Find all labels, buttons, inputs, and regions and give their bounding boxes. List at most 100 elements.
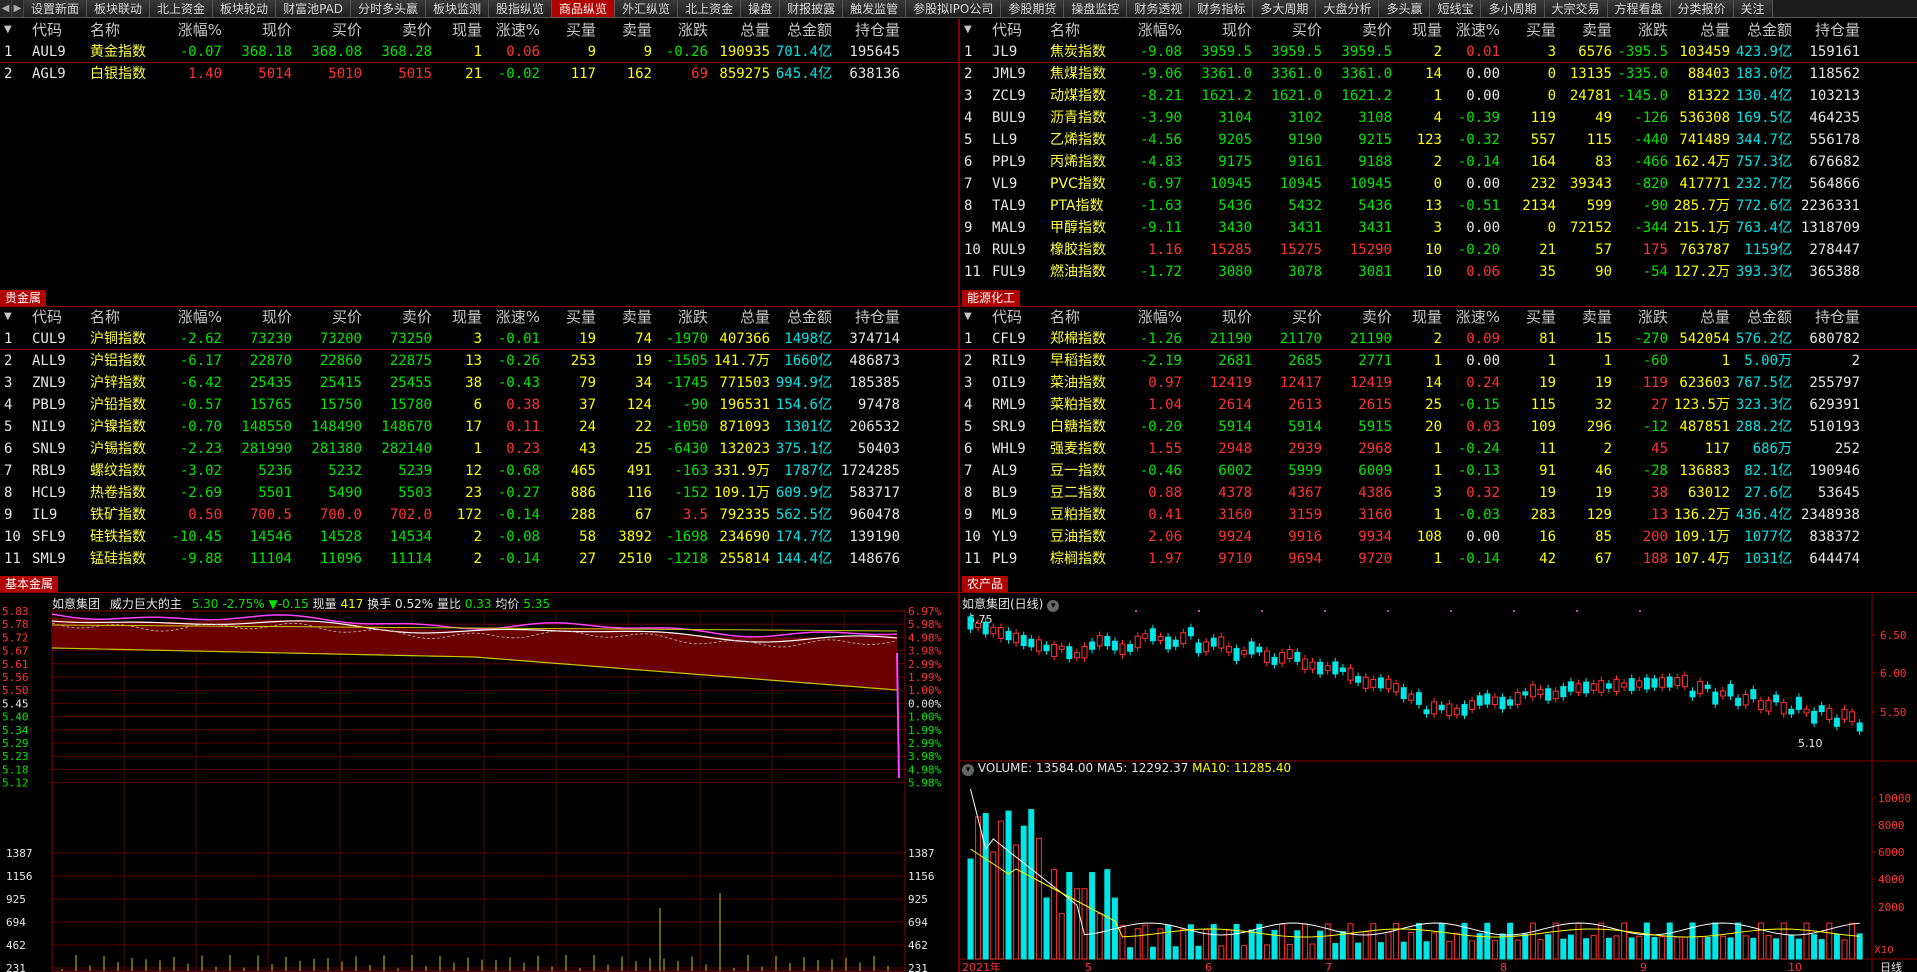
tab-14[interactable]: 参股拟IPO公司 [906, 0, 1002, 17]
column-header[interactable]: 代码 [988, 306, 1046, 328]
column-header[interactable]: 买量 [544, 306, 600, 328]
intraday-plot[interactable]: 5.83 6.97% 5.78 5.98% 5.72 4.98% 5.67 3.98% 5.61… [0, 593, 958, 972]
tab-25[interactable]: 方程看盘 [1607, 0, 1671, 17]
table-row[interactable]: 7 VL9 PVC指数 -6.97 10945 10945 10945 0 0.00 232 393… [960, 173, 1917, 195]
table-row[interactable]: 11 FUL9 燃油指数 -1.72 3080 3078 3081 10 0.06 35 90 -54… [960, 261, 1917, 283]
table-row[interactable]: 3 ZCL9 动煤指数 -8.21 1621.2 1621.0 1621.2 1 0.00 0 24… [960, 85, 1917, 107]
table-row[interactable]: 4 PBL9 沪铅指数 -0.57 15765 15750 15780 6 0.38 37 124 -… [0, 394, 958, 416]
column-header[interactable]: 代码 [988, 19, 1046, 41]
tab-12[interactable]: 财报披露 [780, 0, 844, 17]
tab-2[interactable]: 北上资金 [150, 0, 214, 17]
column-header[interactable]: 涨速% [1446, 306, 1504, 328]
column-header[interactable]: 现价 [226, 306, 296, 328]
column-header[interactable]: 总量 [712, 306, 774, 328]
column-header[interactable]: 现量 [1396, 19, 1446, 41]
column-header[interactable]: 总金额 [774, 19, 836, 41]
column-header[interactable]: 卖价 [1326, 19, 1396, 41]
column-header[interactable]: 卖量 [600, 19, 656, 41]
column-header[interactable]: 涨跌 [1616, 306, 1672, 328]
tab-3[interactable]: 板块轮动 [213, 0, 277, 17]
column-header[interactable]: 总金额 [1734, 306, 1796, 328]
column-header[interactable]: 现价 [226, 19, 296, 41]
sort-arrow-icon[interactable]: ▼ [960, 306, 988, 328]
intraday-chart[interactable]: 如意集团 威力巨大的主 5.30 -2.75% ▼-0.15 现量 417 换手… [0, 593, 958, 972]
table-row[interactable]: 1 CFL9 郑棉指数 -1.26 21190 21170 21190 2 0.09 81 15 -2… [960, 328, 1917, 350]
column-header[interactable]: 现价 [1186, 19, 1256, 41]
column-header[interactable]: 持仓量 [1796, 306, 1864, 328]
kline-chart[interactable]: 如意集团(日线) ▾ 6.50 6.00 5.50 10000 8000 6000 4000… [960, 593, 1917, 972]
tab-21[interactable]: 多头赢 [1379, 0, 1431, 17]
tab-18[interactable]: 财务指标 [1190, 0, 1254, 17]
table-row[interactable]: 1 AUL9 黄金指数 -0.07 368.18 368.08 368.28 1 0.06 9 9-… [0, 41, 958, 63]
column-header[interactable]: 卖量 [600, 306, 656, 328]
sort-arrow-icon[interactable]: ▼ [960, 19, 988, 41]
column-header[interactable]: 现量 [1396, 306, 1446, 328]
column-header[interactable]: 总量 [712, 19, 774, 41]
column-header[interactable]: 涨速% [1446, 19, 1504, 41]
tab-scroll-left-icon[interactable]: ◀ [0, 0, 12, 17]
tab-8[interactable]: 商品纵览 [552, 0, 616, 17]
column-header[interactable]: 涨跌 [1616, 19, 1672, 41]
column-header[interactable]: 涨速% [486, 306, 544, 328]
column-header[interactable]: 名称 [86, 19, 164, 41]
table-row[interactable]: 11 PL9 棕榈指数 1.97 9710 9694 9720 1 -0.14 42 67 188 10… [960, 548, 1917, 570]
column-header[interactable]: 现量 [436, 19, 486, 41]
table-row[interactable]: 2 AGL9 白银指数 1.40 5014 5010 5015 21 -0.02 117 162 69… [0, 63, 958, 85]
tab-22[interactable]: 短线宝 [1430, 0, 1482, 17]
column-header[interactable]: 涨幅% [1124, 19, 1186, 41]
column-header[interactable]: 买价 [1256, 19, 1326, 41]
column-header[interactable]: 涨幅% [1124, 306, 1186, 328]
column-header[interactable]: 涨速% [486, 19, 544, 41]
section-tab-precious[interactable]: 贵金属 [0, 290, 47, 306]
table-row[interactable]: 4 BUL9 沥青指数 -3.90 3104 3102 3108 4 -0.39 119 49 -12… [960, 107, 1917, 129]
column-header[interactable]: 名称 [86, 306, 164, 328]
column-header[interactable]: 买量 [1504, 19, 1560, 41]
table-row[interactable]: 9 IL9 铁矿指数 0.50 700.5 700.0 702.0 172 -0.14 288 67… [0, 504, 958, 526]
table-row[interactable]: 1 CUL9 沪铜指数 -2.62 73230 73200 73250 3 -0.01 19 74-… [0, 328, 958, 350]
table-row[interactable]: 9 MAL9 甲醇指数 -9.11 3430 3431 3431 3 0.00 0 72152 -34… [960, 217, 1917, 239]
column-header[interactable]: 买价 [1256, 306, 1326, 328]
table-row[interactable]: 10 SFL9 硅铁指数 -10.45 14546 14528 14534 2 -0.08 58 3… [0, 526, 958, 548]
table-row[interactable]: 10 RUL9 橡胶指数 1.16 15285 15275 15290 10 -0.20 21 57… [960, 239, 1917, 261]
table-row[interactable]: 2 JML9 焦煤指数 -9.06 3361.0 3361.0 3361.0 14 0.00 0 1… [960, 63, 1917, 85]
table-row[interactable]: 1 JL9 焦炭指数 -9.08 3959.5 3959.5 3959.5 2 0.01 3 657… [960, 41, 1917, 63]
tab-17[interactable]: 财务透视 [1127, 0, 1191, 17]
tab-20[interactable]: 大盘分析 [1316, 0, 1380, 17]
table-row[interactable]: 9 ML9 豆粕指数 0.41 3160 3159 3160 1 -0.03 283 129 13 13… [960, 504, 1917, 526]
column-header[interactable]: 现价 [1186, 306, 1256, 328]
table-row[interactable]: 5 NIL9 沪镍指数 -0.70 148550 148490 148670 17 0.11 24… [0, 416, 958, 438]
column-header[interactable]: 现量 [436, 306, 486, 328]
column-header[interactable]: 卖价 [1326, 306, 1396, 328]
tab-19[interactable]: 多大周期 [1253, 0, 1317, 17]
table-row[interactable]: 8 BL9 豆二指数 0.88 4378 4367 4386 3 0.32 19 19 38 63012… [960, 482, 1917, 504]
tab-15[interactable]: 参股期货 [1001, 0, 1065, 17]
table-row[interactable]: 6 PPL9 丙烯指数 -4.83 9175 9161 9188 2 -0.14 164 83 -46… [960, 151, 1917, 173]
table-row[interactable]: 8 TAL9 PTA指数 -1.63 5436 5432 5436 13 -0.51 2134 59… [960, 195, 1917, 217]
table-row[interactable]: 3 ZNL9 沪锌指数 -6.42 25435 25415 25455 38 -0.43 79 34… [0, 372, 958, 394]
table-row[interactable]: 2 ALL9 沪铝指数 -6.17 22870 22860 22875 13 -0.26 253 1… [0, 350, 958, 372]
tab-13[interactable]: 触发监管 [843, 0, 907, 17]
column-header[interactable]: 买量 [1504, 306, 1560, 328]
column-header[interactable]: 持仓量 [836, 19, 904, 41]
table-row[interactable]: 10 YL9 豆油指数 2.06 9924 9916 9934 108 0.00 16 85 200 1… [960, 526, 1917, 548]
table-row[interactable]: 5 LL9 乙烯指数 -4.56 9205 9190 9215 123 -0.32 557 115 -… [960, 129, 1917, 151]
kline-plot[interactable]: 6.50 6.00 5.50 10000 8000 6000 4000 2000 2021年 5 6… [960, 593, 1917, 972]
section-tab-base[interactable]: 基本金属 [0, 576, 59, 592]
column-header[interactable]: 卖价 [366, 306, 436, 328]
column-header[interactable]: 名称 [1046, 19, 1124, 41]
sort-arrow-icon[interactable]: ▼ [0, 306, 28, 328]
column-header[interactable]: 卖价 [366, 19, 436, 41]
column-header[interactable]: 总量 [1672, 19, 1734, 41]
tab-7[interactable]: 股指纵览 [489, 0, 553, 17]
tab-26[interactable]: 分类报价 [1670, 0, 1734, 17]
table-row[interactable]: 7 RBL9 螺纹指数 -3.02 5236 5232 5239 12 -0.68 465 491 -… [0, 460, 958, 482]
table-row[interactable]: 6 WHL9 强麦指数 1.55 2948 2939 2968 1 -0.24 11 2 45 117 6… [960, 438, 1917, 460]
column-header[interactable]: 持仓量 [1796, 19, 1864, 41]
table-row[interactable]: 3 OIL9 菜油指数 0.97 12419 12417 12419 14 0.24 19 19 11… [960, 372, 1917, 394]
column-header[interactable]: 买价 [296, 306, 366, 328]
tab-10[interactable]: 北上资金 [678, 0, 742, 17]
tab-0[interactable]: 设置新面 [24, 0, 88, 17]
table-row[interactable]: 6 SNL9 沪锡指数 -2.23 281990 281380 282140 1 0.23 43 2… [0, 438, 958, 460]
section-tab-agri[interactable]: 农产品 [962, 576, 1009, 592]
section-tab-energy[interactable]: 能源化工 [962, 290, 1021, 306]
